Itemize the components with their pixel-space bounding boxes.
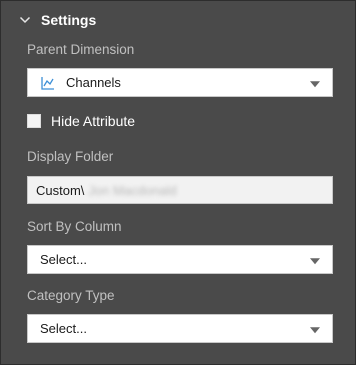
chevron-down-icon[interactable]: [19, 14, 31, 26]
settings-title: Settings: [41, 12, 97, 28]
settings-section-header[interactable]: Settings: [19, 10, 96, 30]
parent-dimension-label: Parent Dimension: [27, 42, 135, 57]
category-type-value: Select...: [40, 321, 87, 336]
settings-panel: Settings Parent Dimension Channels Hide …: [0, 0, 356, 365]
parent-dimension-value: Channels: [66, 75, 121, 90]
hide-attribute-row[interactable]: Hide Attribute: [27, 111, 135, 131]
category-type-label: Category Type: [27, 288, 115, 303]
hierarchy-axis-icon: [41, 76, 54, 90]
category-type-dropdown[interactable]: Select...: [27, 314, 333, 343]
hide-attribute-label: Hide Attribute: [51, 113, 136, 129]
sort-by-column-value: Select...: [40, 252, 87, 267]
dropdown-arrow-icon: [310, 326, 320, 333]
dropdown-arrow-icon: [310, 80, 320, 87]
display-folder-value: Custom\: [36, 182, 85, 198]
display-folder-redacted-text: Jon Macdonald: [88, 182, 177, 198]
display-folder-input[interactable]: Custom\ Jon Macdonald: [27, 176, 333, 204]
dropdown-arrow-icon: [310, 257, 320, 264]
display-folder-label: Display Folder: [27, 149, 114, 164]
parent-dimension-dropdown[interactable]: Channels: [27, 68, 333, 97]
hide-attribute-checkbox[interactable]: [27, 114, 41, 128]
sort-by-column-label: Sort By Column: [27, 219, 122, 234]
sort-by-column-dropdown[interactable]: Select...: [27, 245, 333, 274]
